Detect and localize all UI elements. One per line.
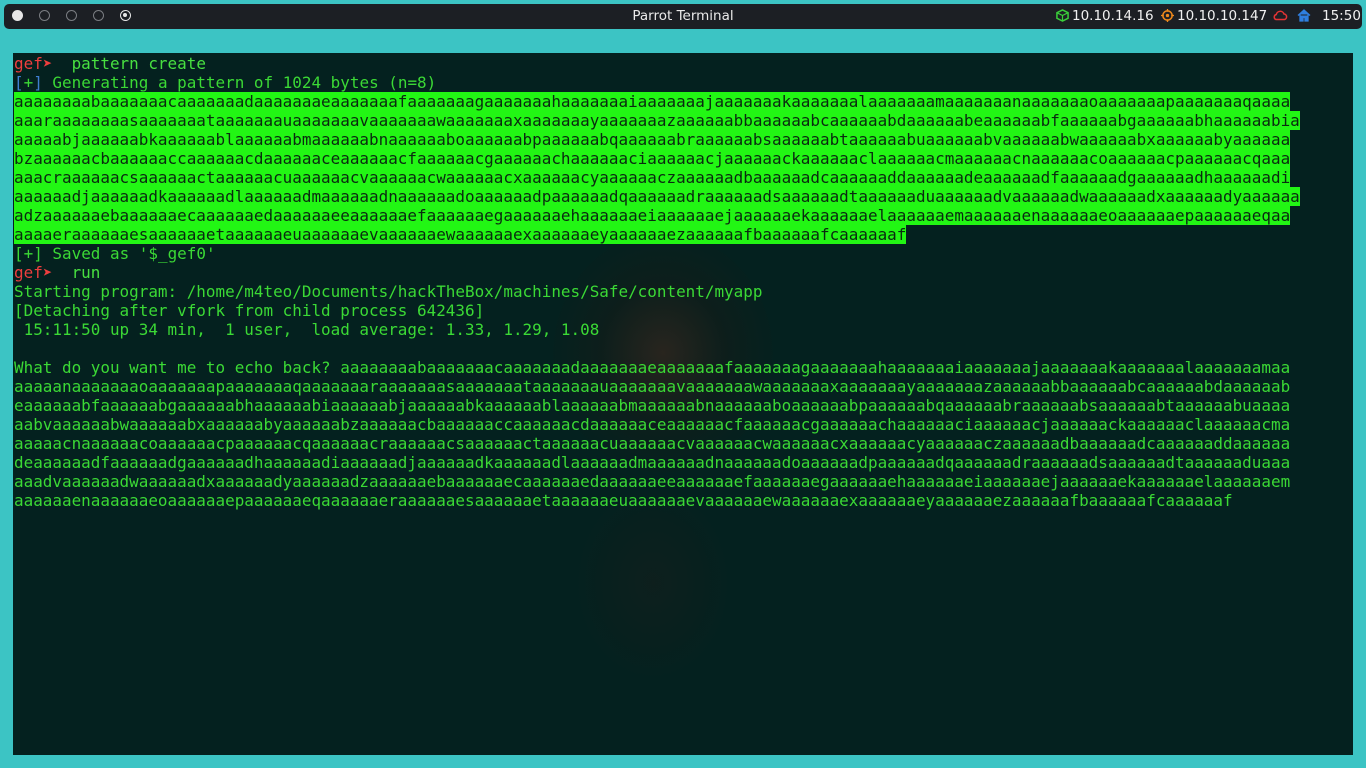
- gef-prompt: gef➤: [14, 54, 62, 73]
- target-ip-text: 10.10.10.147: [1177, 8, 1268, 24]
- echo-line: aaadvaaaaaadwaaaaaadxaaaaaadyaaaaaadzaaa…: [14, 472, 1291, 491]
- command-text: run: [61, 263, 101, 282]
- terminal-line: 15:11:50 up 34 min, 1 user, load average…: [14, 320, 600, 339]
- home-button[interactable]: [1297, 8, 1314, 24]
- terminal-line: [+] Saved as '$_gef0': [14, 244, 216, 263]
- terminal-window[interactable]: gef➤ pattern create [+] Generating a pat…: [13, 53, 1353, 755]
- cloud-status[interactable]: [1272, 8, 1291, 24]
- terminal-line: [+] Generating a pattern of 1024 bytes (…: [14, 73, 437, 92]
- pattern-line: adzaaaaaaebaaaaaaecaaaaaaedaaaaaaeeaaaaa…: [14, 206, 1291, 225]
- echo-line: aabvaaaaaabwaaaaaabxaaaaaabyaaaaaabzaaaa…: [14, 415, 1291, 434]
- vpn-ip-indicator: 10.10.14.16: [1056, 8, 1154, 24]
- terminal-line: Starting program: /home/m4teo/Documents/…: [14, 282, 763, 301]
- echo-line: eaaaaaabfaaaaaabgaaaaaabhaaaaaabiaaaaaab…: [14, 396, 1291, 415]
- gef-prompt: gef➤: [14, 263, 62, 282]
- pattern-line: aaaaeraaaaaaesaaaaaaetaaaaaaeuaaaaaaevaa…: [14, 225, 907, 244]
- window-title: Parrot Terminal: [632, 8, 734, 24]
- home-icon: [1297, 9, 1311, 22]
- pattern-line: aaaaaaaabaaaaaaacaaaaaaadaaaaaaaeaaaaaaa…: [14, 92, 1291, 111]
- pattern-line: aaaaaadjaaaaaadkaaaaaadlaaaaaadmaaaaaadn…: [14, 187, 1300, 206]
- cloud-icon: [1273, 10, 1288, 21]
- window-titlebar: Parrot Terminal 10.10.14.16 10.10.10.147…: [4, 4, 1362, 29]
- vpn-ip-text: 10.10.14.16: [1072, 8, 1154, 24]
- echo-line: aaaaanaaaaaaaoaaaaaaapaaaaaaaqaaaaaaaraa…: [14, 377, 1291, 396]
- info-text: Generating a pattern of 1024 bytes (n=8): [42, 73, 437, 92]
- pattern-line: bzaaaaaacbaaaaaaccaaaaaacdaaaaaaceaaaaaa…: [14, 149, 1291, 168]
- saved-text: Saved as '$_gef0': [42, 244, 216, 263]
- target-ip-indicator: 10.10.10.147: [1161, 8, 1267, 24]
- target-icon: [1161, 9, 1174, 22]
- terminal-line: gef➤ run: [14, 263, 1353, 282]
- echo-line: aaaaaaenaaaaaaeoaaaaaaepaaaaaaeqaaaaaaer…: [14, 491, 1233, 510]
- clock: 15:50: [1322, 8, 1361, 24]
- terminal-line: gef➤ pattern create: [14, 54, 1353, 73]
- echo-line: What do you want me to echo back? aaaaaa…: [14, 358, 1291, 377]
- pattern-line: aaaraaaaaaaasaaaaaaataaaaaaauaaaaaaavaaa…: [14, 111, 1300, 130]
- echo-line: aaaaacnaaaaaacoaaaaaacpaaaaaacqaaaaaacra…: [14, 434, 1291, 453]
- network-cube-icon: [1056, 9, 1069, 22]
- terminal-line: [Detaching after vfork from child proces…: [14, 301, 485, 320]
- echo-line: deaaaaaadfaaaaaadgaaaaaadhaaaaaadiaaaaaa…: [14, 453, 1291, 472]
- pattern-line: aaaaabjaaaaaabkaaaaaablaaaaaabmaaaaaabna…: [14, 130, 1291, 149]
- pattern-line: aaacraaaaaacsaaaaaactaaaaaacuaaaaaacvaaa…: [14, 168, 1291, 187]
- command-text: pattern create: [61, 54, 206, 73]
- terminal-output[interactable]: gef➤ pattern create [+] Generating a pat…: [14, 54, 1353, 755]
